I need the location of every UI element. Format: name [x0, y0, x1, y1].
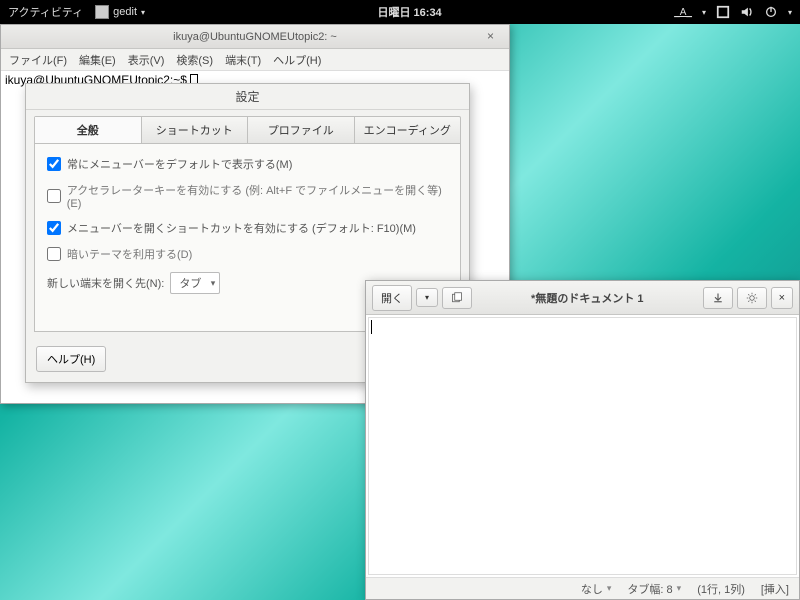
lbl-menu-shortcut: メニューバーを開くショートカットを有効にする (デフォルト: F10)(M): [67, 220, 416, 236]
new-tab-icon: [451, 292, 463, 304]
menu-edit[interactable]: 編集(E): [79, 52, 116, 68]
select-new-terminal[interactable]: タブ: [170, 272, 220, 294]
menu-terminal[interactable]: 端末(T): [225, 52, 261, 68]
save-icon: [712, 292, 724, 304]
menu-view[interactable]: 表示(V): [128, 52, 165, 68]
chk-enable-accel[interactable]: [47, 189, 61, 203]
help-button[interactable]: ヘルプ(H): [36, 346, 106, 372]
gedit-title: *無題のドキュメント 1: [476, 290, 699, 306]
accessibility-icon[interactable]: _A_: [674, 7, 692, 18]
terminal-menubar: ファイル(F) 編集(E) 表示(V) 検索(S) 端末(T) ヘルプ(H): [1, 49, 509, 71]
chk-menu-shortcut[interactable]: [47, 221, 61, 235]
status-highlight-mode[interactable]: なし: [581, 581, 612, 597]
window-icon: [716, 5, 730, 19]
lbl-show-menubar: 常にメニューバーをデフォルトで表示する(M): [67, 156, 292, 172]
terminal-titlebar[interactable]: ikuya@UbuntuGNOMEUtopic2: ~ ×: [1, 25, 509, 49]
status-cursor-pos: (1行, 1列): [697, 581, 745, 597]
lbl-new-terminal: 新しい端末を開く先(N):: [47, 275, 164, 291]
close-icon[interactable]: ×: [487, 29, 503, 45]
close-button[interactable]: ×: [771, 287, 793, 309]
gear-icon: [746, 292, 758, 304]
lbl-dark-theme: 暗いテーマを利用する(D): [67, 246, 192, 262]
tab-encodings[interactable]: エンコーディング: [355, 117, 461, 143]
gnome-top-bar: アクティビティ gedit ▾ 日曜日 16:34 _A_ ▾ ▾: [0, 0, 800, 24]
menu-help[interactable]: ヘルプ(H): [273, 52, 321, 68]
lbl-enable-accel: アクセラレーターキーを有効にする (例: Alt+F でファイルメニューを開く等…: [67, 182, 448, 210]
save-button[interactable]: [703, 287, 733, 309]
tab-shortcuts[interactable]: ショートカット: [142, 117, 249, 143]
gedit-app-icon: [95, 5, 109, 19]
terminal-title: ikuya@UbuntuGNOMEUtopic2: ~: [173, 31, 337, 43]
menu-search[interactable]: 検索(S): [176, 52, 213, 68]
new-tab-button[interactable]: [442, 287, 472, 309]
text-caret: [371, 320, 372, 334]
open-button[interactable]: 開く: [372, 285, 412, 311]
volume-icon[interactable]: [740, 5, 754, 19]
menu-file[interactable]: ファイル(F): [9, 52, 67, 68]
chk-show-menubar[interactable]: [47, 157, 61, 171]
activities-button[interactable]: アクティビティ: [8, 4, 83, 20]
hamburger-menu-button[interactable]: [737, 287, 767, 309]
gedit-statusbar: なし タブ幅: 8 (1行, 1列) [挿入]: [366, 577, 799, 599]
status-tab-width[interactable]: タブ幅: 8: [627, 581, 681, 597]
gedit-headerbar: 開く ▾ *無題のドキュメント 1 ×: [366, 281, 799, 315]
status-insert-mode: [挿入]: [761, 581, 789, 597]
gedit-window: 開く ▾ *無題のドキュメント 1 × なし タブ幅: 8 (1行, 1列) […: [365, 280, 800, 600]
tab-profiles[interactable]: プロファイル: [248, 117, 355, 143]
chk-dark-theme[interactable]: [47, 247, 61, 261]
clock[interactable]: 日曜日 16:34: [145, 4, 674, 20]
gedit-text-area[interactable]: [368, 317, 797, 575]
power-icon[interactable]: [764, 5, 778, 19]
open-recent-button[interactable]: ▾: [416, 288, 438, 307]
prefs-title: 設定: [26, 84, 469, 110]
tab-general[interactable]: 全般: [35, 117, 142, 143]
prefs-tabs: 全般 ショートカット プロファイル エンコーディング: [34, 116, 461, 144]
app-menu[interactable]: gedit ▾: [95, 5, 145, 19]
